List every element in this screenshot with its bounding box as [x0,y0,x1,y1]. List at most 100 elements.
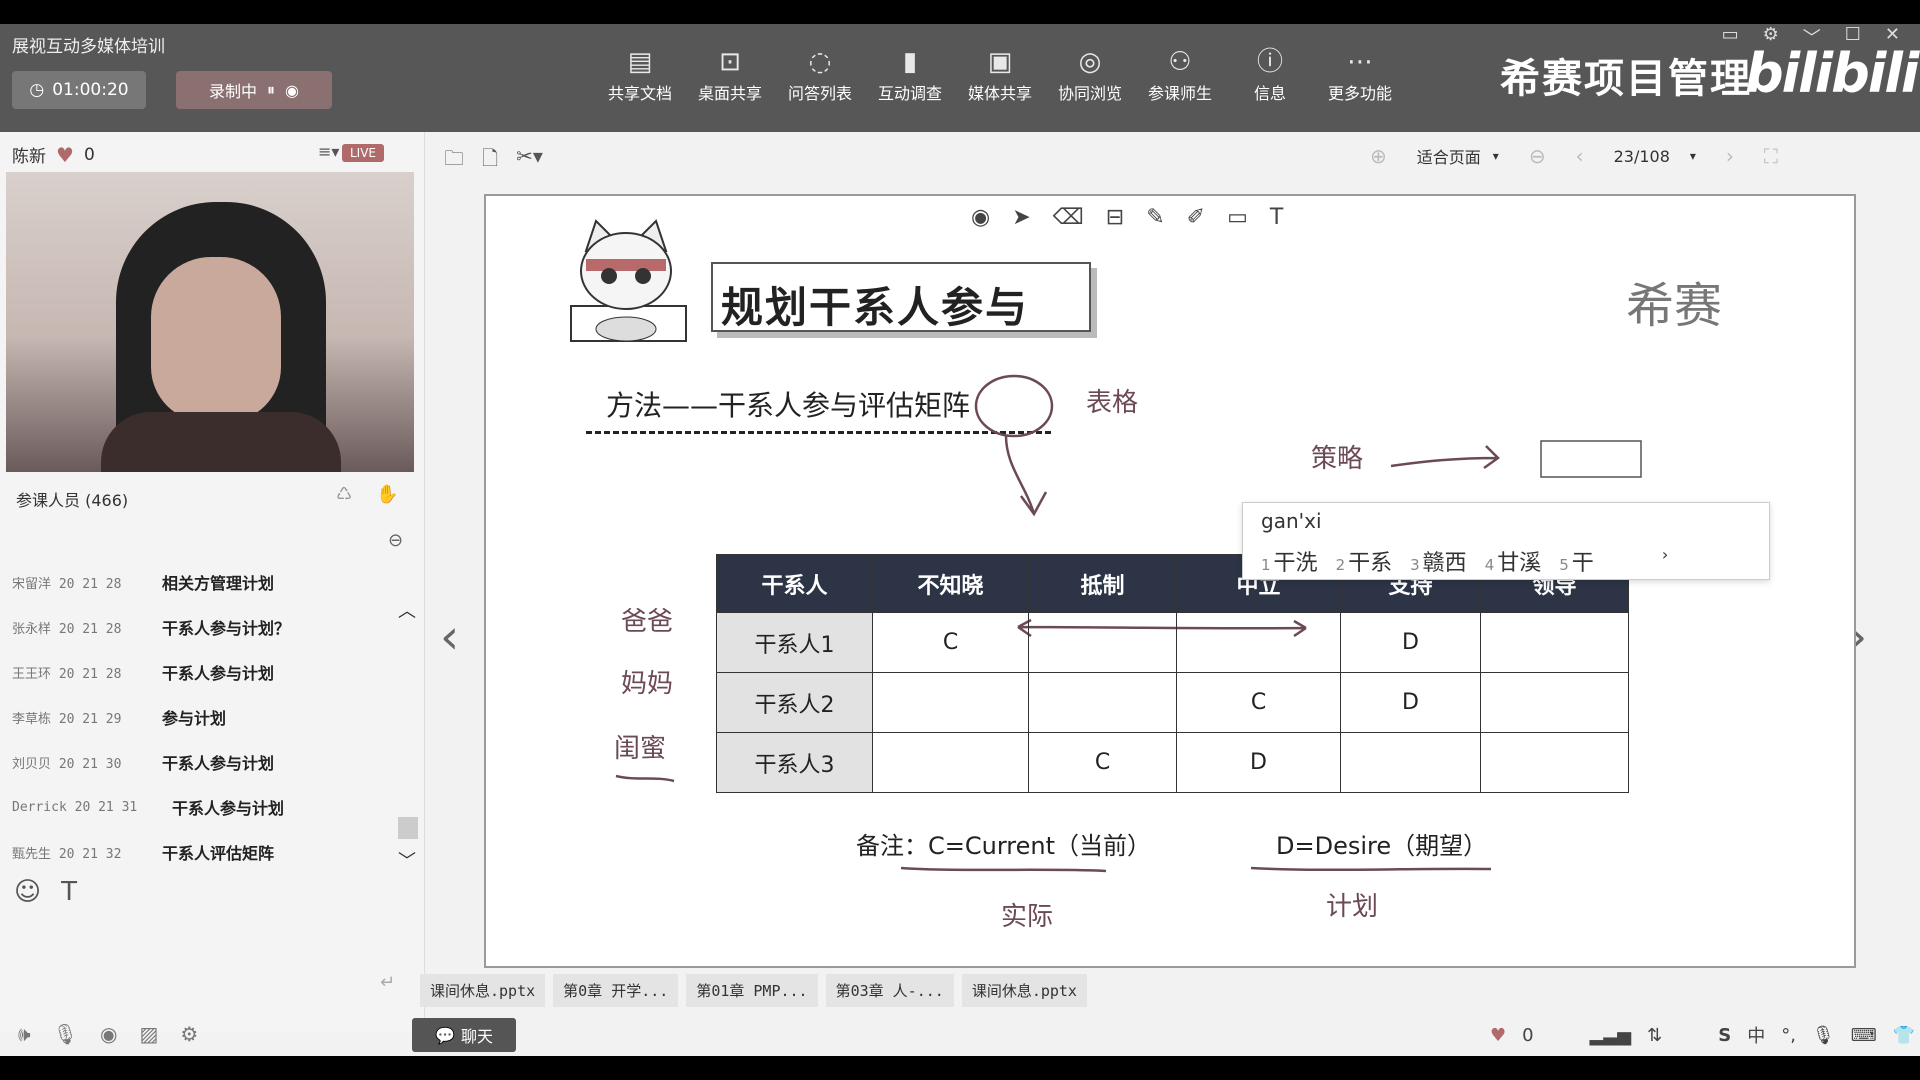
matrix-cell: D [1340,672,1481,733]
microphone-icon[interactable]: 🎙 [53,1022,78,1046]
mute-all-icon[interactable]: ♺ [336,484,352,505]
chat-message: 李草栋 20 21 29 参与计划 [12,702,226,732]
pause-icon[interactable]: ⏸ [267,80,275,100]
left-panel: 陈新 ♥ 0 ≡▾ LIVE 参课人员 (466) ♺ ✋ ⊖ 宋留洋 20 2… [0,132,425,1046]
tool-media-share[interactable]: ▣ 媒体共享 [960,44,1040,104]
matrix-cell: 干系人1 [716,612,873,673]
recording-button[interactable]: 录制中 ⏸ ◉ [176,71,332,109]
maximize-icon[interactable]: ☐ [1845,24,1861,50]
app-window: 展视互动多媒体培训 ◷ 01:00:20 录制中 ⏸ ◉ ▤ 共享文档 ⊡ 桌面共享… [0,24,1920,1070]
emoji-icon[interactable]: ☺ [14,877,41,907]
scissors-icon[interactable]: ✂▾ [516,144,543,178]
stop-icon[interactable]: ◉ [285,81,299,100]
tool-label: 桌面共享 [697,84,762,103]
ime-candidate[interactable]: 4 甘溪 [1485,545,1542,577]
skin-icon[interactable]: 👕 [1893,1025,1915,1046]
session-timer[interactable]: ◷ 01:00:20 [12,71,146,109]
ime-s-icon[interactable]: S [1718,1025,1731,1046]
speaker-icon[interactable]: 🕪 [18,1022,31,1046]
matrix-cell: D [1340,612,1481,673]
status-likes: 0 [1522,1024,1534,1046]
ime-lang[interactable]: 中 [1747,1022,1765,1048]
tool-label: 媒体共享 [967,84,1032,103]
tool-survey[interactable]: ▮ 互动调查 [870,44,950,104]
file-tab[interactable]: 第03章 人-... [825,974,954,1007]
file-tab[interactable]: 课间休息.pptx [420,974,546,1007]
close-icon[interactable]: ✕ [1885,24,1900,50]
next-page-icon[interactable]: › [1726,144,1734,168]
ime-candidate[interactable]: 3 赣西 [1410,545,1467,577]
minimize-icon[interactable]: ﹀ [1803,24,1821,50]
camera-icon[interactable]: ◉ [100,1022,117,1046]
list-menu-icon[interactable]: ≡▾ [318,142,339,161]
candidate-number: 3 [1410,556,1420,574]
arrow-cursor-icon[interactable]: ➤ [1012,205,1030,230]
ime-next-icon[interactable]: › [1662,545,1668,577]
page-dropdown-icon[interactable]: ▾ [1690,149,1696,163]
fullscreen-icon[interactable]: ⛶ [1764,144,1778,168]
zoom-out-icon[interactable]: ⊖ [1529,144,1546,168]
scroll-up-icon[interactable]: ︿ [398,597,416,623]
keyboard-icon[interactable]: ⌨ [1851,1025,1877,1046]
chat-sender: 宋留洋 20 21 28 [12,576,122,592]
clear-icon[interactable]: ⊟ [1106,205,1124,230]
prev-page-icon[interactable]: ‹ [1576,144,1584,168]
document-toolbar: 🗀 🗋 ✂▾ ⊕ 适合页面 ▾ ⊖ ‹ 23/108 ▾ › ⛶ [430,132,1920,182]
tool-label: 信息 [1253,84,1286,103]
settings-icon[interactable]: ⚙ [1763,24,1779,50]
rectangle-icon[interactable]: ▭ [1227,205,1248,230]
zoom-in-icon[interactable]: ⊕ [1370,144,1387,168]
chat-bubble-icon: 💬 [435,1025,455,1045]
chat-sender: 甄先生 20 21 32 [12,846,122,862]
tool-share-document[interactable]: ▤ 共享文档 [600,44,680,104]
chat-sender: 刘贝贝 20 21 30 [12,756,122,772]
chat-text: 干系人参与计划 [162,664,275,683]
attendees-label[interactable]: 参课人员 (466) [16,487,128,511]
matrix-cell [1176,612,1341,673]
chevron-down-icon[interactable]: ▾ [1493,149,1499,163]
text-tool-icon[interactable]: T [1270,205,1283,230]
scroll-down-icon[interactable]: ﹀ [398,847,416,873]
pen-icon[interactable]: ✎ [1146,205,1164,230]
chat-message: 甄先生 20 21 32 干系人评估矩阵 [12,837,274,867]
hand-icon[interactable]: ✋ [376,484,398,505]
heart-icon[interactable]: ♥ [1490,1025,1506,1046]
fit-page-select[interactable]: 适合页面 [1417,144,1481,168]
tool-info[interactable]: ⓘ 信息 [1230,44,1310,104]
ime-mic-icon[interactable]: 🎙 [1812,1025,1835,1046]
page-indicator[interactable]: 23/108 [1614,147,1670,166]
tool-co-browse[interactable]: ◎ 协同浏览 [1050,44,1130,104]
eraser-icon[interactable]: ⌫ [1053,205,1084,230]
heart-icon[interactable]: ♥ [56,143,74,167]
scrollbar-thumb[interactable] [398,817,418,839]
handwritten-bestie: 闺蜜 [614,734,667,764]
layout-icon[interactable]: ▭ [1722,24,1739,50]
send-icon[interactable]: ↵ [380,972,395,993]
chat-button[interactable]: 💬 聊天 [412,1018,516,1052]
ime-candidate[interactable]: 1 干洗 [1261,545,1318,577]
punctuation-icon[interactable]: °, [1781,1025,1796,1046]
file-tab[interactable]: 第0章 开学... [553,974,679,1007]
text-format-icon[interactable]: T [61,877,77,907]
new-document-icon[interactable]: 🗋 [482,144,498,178]
chat-list: 宋留洋 20 21 28 相关方管理计划 张永样 20 21 28 干系人参与计划？… [0,527,425,863]
chat-text: 相关方管理计划 [162,574,275,593]
matrix-cell [1028,672,1177,733]
slide-canvas[interactable]: ◉ ➤ ⌫ ⊟ ✎ ✐ ▭ T 规划干系人参与 希赛 方法——干系人参与评估矩阵… [484,194,1856,968]
file-tab[interactable]: 课间休息.pptx [961,974,1087,1007]
tool-desktop-share[interactable]: ⊡ 桌面共享 [690,44,770,104]
ime-candidate[interactable]: 2 干系 [1336,545,1393,577]
tool-participants[interactable]: ⚇ 参课师生 [1140,44,1220,104]
pointer-icon[interactable]: ◉ [971,205,990,230]
folder-icon[interactable]: 🗀 [444,144,464,178]
tool-more[interactable]: ⋯ 更多功能 [1320,44,1400,104]
live-badge: LIVE [342,144,385,162]
gear-icon[interactable]: ⚙ [180,1022,198,1046]
file-tab[interactable]: 第01章 PMP... [686,974,818,1007]
tool-qa-list[interactable]: ◌ 问答列表 [780,44,860,104]
video-settings-icon[interactable]: ▨ [139,1022,158,1046]
ime-candidate[interactable]: 5干 [1559,545,1594,577]
document-icon: ▤ [627,47,653,77]
slide-prev-arrow[interactable]: ‹ [440,609,459,665]
highlighter-icon[interactable]: ✐ [1187,205,1205,230]
